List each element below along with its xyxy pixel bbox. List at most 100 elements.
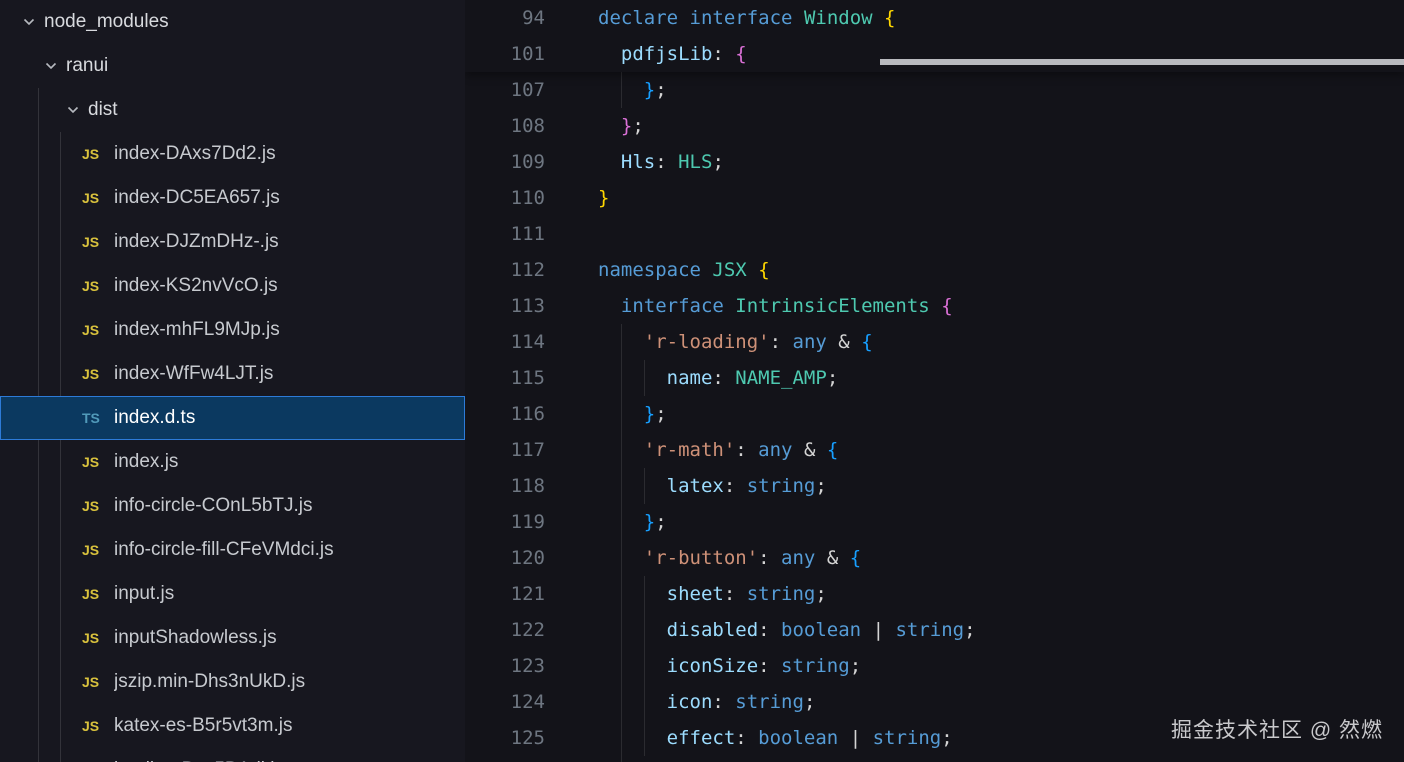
tree-file-index.d.ts[interactable]: TS index.d.ts	[0, 396, 465, 440]
sticky-scroll-shadow	[880, 59, 1404, 65]
tree-folder-node_modules[interactable]: node_modules	[0, 0, 465, 44]
chevron-down-icon[interactable]	[58, 102, 88, 118]
tree-file-info-circle-COnL5bTJ.js[interactable]: JS info-circle-COnL5bTJ.js	[0, 484, 465, 528]
code-line[interactable]: 108 };	[465, 108, 1404, 144]
code-text: };	[598, 72, 667, 108]
code-text: iconSize: string;	[598, 648, 862, 684]
code-text: declare interface Window {	[598, 7, 896, 29]
code-line[interactable]: 116 };	[465, 396, 1404, 432]
code-line[interactable]: 114 'r-loading': any & {	[465, 324, 1404, 360]
code-line[interactable]: 118 latex: string;	[465, 468, 1404, 504]
code-line[interactable]: 126 };	[465, 756, 1404, 762]
watermark-text: 掘金技术社区 @ 然燃	[1171, 719, 1383, 742]
tree-file-info-circle-fill-CFeVMdci.js[interactable]: JS info-circle-fill-CFeVMdci.js	[0, 528, 465, 572]
line-number: 125	[510, 727, 545, 749]
ts-file-icon: TS	[82, 410, 100, 426]
line-number: 117	[510, 439, 545, 461]
line-number: 108	[510, 115, 545, 137]
code-line[interactable]: 113 interface IntrinsicElements {	[465, 288, 1404, 324]
tree-item-label: info-circle-COnL5bTJ.js	[114, 495, 313, 516]
tree-file-index-mhFL9MJp.js[interactable]: JS index-mhFL9MJp.js	[0, 308, 465, 352]
code-editor: 94 declare interface Window { 101 pdfjsLib…	[465, 0, 1404, 762]
line-number: 116	[510, 403, 545, 425]
code-text: sheet: string;	[598, 576, 827, 612]
code-line[interactable]: 107 };	[465, 72, 1404, 108]
code-line[interactable]: 119 };	[465, 504, 1404, 540]
js-file-icon: JS	[82, 234, 100, 250]
tree-file-inputShadowless.js[interactable]: JS inputShadowless.js	[0, 616, 465, 660]
line-number: 113	[510, 295, 545, 317]
tree-item-label: index-mhFL9MJp.js	[114, 319, 280, 340]
tree-item-label: index-DJZmDHz-.js	[114, 231, 279, 252]
sticky-code-line[interactable]: 94 declare interface Window {	[465, 0, 1404, 36]
line-number: 115	[510, 367, 545, 389]
tree-file-index-WfFw4LJT.js[interactable]: JS index-WfFw4LJT.js	[0, 352, 465, 396]
tree-file-input.js[interactable]: JS input.js	[0, 572, 465, 616]
js-file-icon: JS	[82, 630, 100, 646]
tree-file-katex-es-B5r5vt3m.js[interactable]: JS katex-es-B5r5vt3m.js	[0, 704, 465, 748]
line-number: 101	[510, 43, 545, 65]
tree-file-index-DJZmDHz-.js[interactable]: JS index-DJZmDHz-.js	[0, 220, 465, 264]
tree-item-label: index-DAxs7Dd2.js	[114, 143, 276, 164]
tree-folder-dist[interactable]: dist	[0, 88, 465, 132]
code-text: };	[598, 756, 667, 762]
tree-item-label: jszip.min-Dhs3nUkD.js	[114, 671, 306, 692]
line-number: 124	[510, 691, 545, 713]
line-number: 118	[510, 475, 545, 497]
code-text: };	[598, 504, 667, 540]
tree-file-index-DAxs7Dd2.js[interactable]: JS index-DAxs7Dd2.js	[0, 132, 465, 176]
js-file-icon: JS	[82, 454, 100, 470]
code-text: };	[620, 115, 644, 137]
file-tree: node_modules ranui dist JS index-DAxs7Dd2.js…	[0, 0, 465, 762]
tree-file-index-DC5EA657.js[interactable]: JS index-DC5EA657.js	[0, 176, 465, 220]
chevron-down-icon[interactable]	[14, 14, 44, 30]
js-file-icon: JS	[82, 366, 100, 382]
sticky-code-line[interactable]: 101 pdfjsLib: {	[465, 36, 1404, 72]
line-number: 114	[510, 331, 545, 353]
code-line[interactable]: 117 'r-math': any & {	[465, 432, 1404, 468]
code-text: latex: string;	[598, 468, 827, 504]
chevron-down-icon[interactable]	[36, 58, 66, 74]
tree-file-index.js[interactable]: JS index.js	[0, 440, 465, 484]
tree-file-index-KS2nvVcO.js[interactable]: JS index-KS2nvVcO.js	[0, 264, 465, 308]
js-file-icon: JS	[82, 278, 100, 294]
js-file-icon: JS	[82, 718, 100, 734]
js-file-icon: JS	[82, 322, 100, 338]
line-number: 112	[510, 259, 545, 281]
tree-item-label: katex-es-B5r5vt3m.js	[114, 715, 293, 736]
code-line[interactable]: 122 disabled: boolean | string;	[465, 612, 1404, 648]
code-line[interactable]: 120 'r-button': any & {	[465, 540, 1404, 576]
code-text: 'r-math': any & {	[598, 432, 839, 468]
line-number: 94	[522, 7, 545, 29]
code-text: };	[598, 396, 667, 432]
code-text: name: NAME_AMP;	[598, 360, 839, 396]
tree-file-jszip.min-Dhs3nUkD.js[interactable]: JS jszip.min-Dhs3nUkD.js	[0, 660, 465, 704]
code-line[interactable]: 110}	[465, 180, 1404, 216]
file-explorer: node_modules ranui dist JS index-DAxs7Dd2.js…	[0, 0, 465, 762]
line-number: 122	[510, 619, 545, 641]
code-line[interactable]: 109 Hls: HLS;	[465, 144, 1404, 180]
line-number: 111	[510, 223, 545, 245]
tree-item-label: dist	[88, 99, 118, 120]
code-line[interactable]: 111	[465, 216, 1404, 252]
line-number: 121	[510, 583, 545, 605]
code-text: disabled: boolean | string;	[598, 612, 976, 648]
tree-item-label: index.d.ts	[114, 407, 196, 428]
code-line[interactable]: 112 namespace JSX {	[465, 252, 1404, 288]
code-line[interactable]: 121 sheet: string;	[465, 576, 1404, 612]
tree-item-label: input.js	[114, 583, 175, 604]
tree-item-label: index-DC5EA657.js	[114, 187, 280, 208]
code-text: icon: string;	[598, 684, 816, 720]
code-line[interactable]: 115 name: NAME_AMP;	[465, 360, 1404, 396]
tree-item-label: index.js	[114, 451, 179, 472]
tree-item-label: inputShadowless.js	[114, 627, 277, 648]
tree-file-loading-Dxs5BAdj.js[interactable]: JSloading-Dxs5BAdj.js	[0, 748, 465, 762]
line-number: 123	[510, 655, 545, 677]
tree-folder-ranui[interactable]: ranui	[0, 44, 465, 88]
line-number: 119	[510, 511, 545, 533]
js-file-icon: JS	[82, 498, 100, 514]
code-lines: 107 }; 108 }; 109 Hls: HLS; 110} 111 112 names…	[465, 72, 1404, 762]
tree-item-label: index-KS2nvVcO.js	[114, 275, 278, 296]
vscode-window: node_modules ranui dist JS index-DAxs7Dd2.js…	[0, 0, 1404, 762]
code-line[interactable]: 123 iconSize: string;	[465, 648, 1404, 684]
